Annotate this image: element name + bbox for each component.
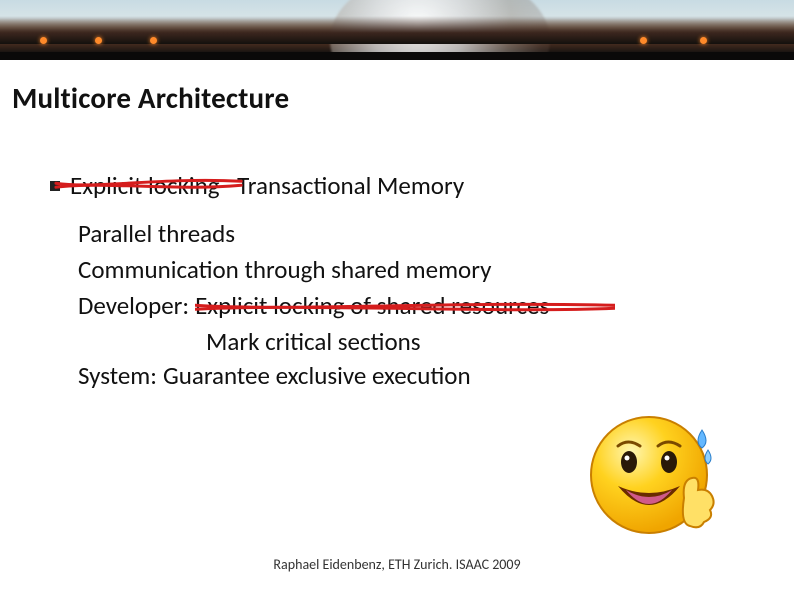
replacement-label: Transactional Memory bbox=[237, 170, 464, 201]
developer-line: Developer: Explicit locking of shared re… bbox=[78, 290, 750, 322]
system-prefix: System: bbox=[78, 360, 157, 392]
lava-glow-icon bbox=[700, 37, 707, 44]
bullet-item: Explicit locking Transactional Memory bbox=[50, 170, 750, 202]
struck-text: Explicit locking of shared resources bbox=[195, 290, 549, 322]
system-text: Guarantee exclusive execution bbox=[163, 360, 471, 392]
slide: Multicore Architecture Explicit locking … bbox=[0, 0, 794, 595]
developer-prefix: Developer: bbox=[78, 290, 189, 322]
sub-list: Parallel threads Communication through s… bbox=[78, 218, 750, 392]
slide-title: Multicore Architecture bbox=[12, 80, 289, 116]
ground-gradient bbox=[0, 16, 794, 44]
struck-text: Explicit locking bbox=[70, 170, 225, 201]
slide-footer: Raphael Eidenbenz, ETH Zurich. ISAAC 200… bbox=[0, 556, 794, 573]
lava-glow-icon bbox=[640, 37, 647, 44]
system-line: System: Guarantee exclusive execution bbox=[78, 360, 750, 392]
slide-body: Explicit locking Transactional Memory Pa… bbox=[50, 170, 750, 396]
header-banner bbox=[0, 0, 794, 60]
lava-glow-icon bbox=[95, 37, 102, 44]
bullet-text: Explicit locking Transactional Memory bbox=[70, 170, 464, 202]
strikethrough-icon bbox=[195, 300, 615, 314]
lava-glow-icon bbox=[150, 37, 157, 44]
sub-line: Communication through shared memory bbox=[78, 254, 750, 286]
strikethrough-icon bbox=[54, 177, 243, 193]
sub-line: Parallel threads bbox=[78, 218, 750, 250]
lava-glow-icon bbox=[40, 37, 47, 44]
smiley-thumbs-up-icon bbox=[574, 400, 724, 550]
developer-replacement: Mark critical sections bbox=[206, 326, 750, 358]
